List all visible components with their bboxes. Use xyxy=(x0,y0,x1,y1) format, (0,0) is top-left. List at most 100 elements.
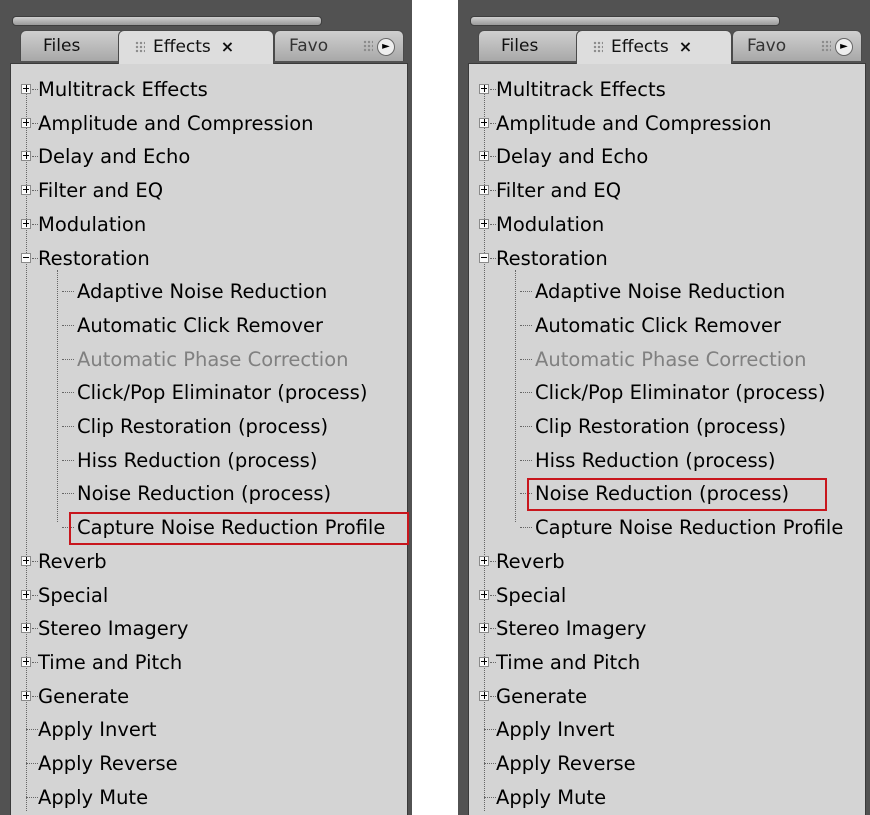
panel-drag-bar[interactable] xyxy=(12,16,322,26)
tree-item-clip-restoration-process[interactable]: Clip Restoration (process) xyxy=(11,410,407,443)
tree-connector xyxy=(520,459,532,461)
tree-item-filter-and-eq[interactable]: Filter and EQ xyxy=(469,174,865,207)
tree-item-special[interactable]: Special xyxy=(11,579,407,612)
tree-item-automatic-phase-correction[interactable]: Automatic Phase Correction xyxy=(469,343,865,376)
expand-icon[interactable] xyxy=(21,218,31,229)
tree-connector xyxy=(520,527,532,529)
effects-panel-right: Files Effects × Favo ► Multitrack Effects… xyxy=(458,0,870,815)
tree-item-amplitude-and-compression[interactable]: Amplitude and Compression xyxy=(469,107,865,140)
tab-favorites[interactable]: Favo ► xyxy=(732,30,862,61)
tree-item-hiss-reduction-process[interactable]: Hiss Reduction (process) xyxy=(11,444,407,477)
effects-tree: Multitrack Effects Amplitude and Compress… xyxy=(10,63,409,815)
grip-icon[interactable] xyxy=(135,41,145,53)
collapse-icon[interactable] xyxy=(21,252,31,263)
grip-icon[interactable] xyxy=(363,40,373,52)
tree-item-click-pop-eliminator-process[interactable]: Click/Pop Eliminator (process) xyxy=(11,376,407,409)
tree-item-clip-restoration-process[interactable]: Clip Restoration (process) xyxy=(469,410,865,443)
tree-item-apply-invert[interactable]: Apply Invert xyxy=(11,713,407,746)
tree-item-adaptive-noise-reduction[interactable]: Adaptive Noise Reduction xyxy=(469,275,865,308)
tree-item-stereo-imagery[interactable]: Stereo Imagery xyxy=(11,612,407,645)
expand-icon[interactable] xyxy=(21,151,31,162)
tree-item-automatic-phase-correction[interactable]: Automatic Phase Correction xyxy=(11,343,407,376)
tree-item-multitrack-effects[interactable]: Multitrack Effects xyxy=(469,73,865,106)
grip-icon[interactable] xyxy=(593,41,603,53)
expand-icon[interactable] xyxy=(21,690,31,701)
tree-item-label: Noise Reduction (process) xyxy=(77,482,332,506)
tree-item-multitrack-effects[interactable]: Multitrack Effects xyxy=(11,73,407,106)
tree-item-label: Automatic Phase Correction xyxy=(77,347,349,371)
expand-icon[interactable] xyxy=(479,555,489,566)
expand-icon[interactable] xyxy=(21,555,31,566)
tree-item-delay-and-echo[interactable]: Delay and Echo xyxy=(11,140,407,173)
expand-icon[interactable] xyxy=(21,185,31,196)
tree-item-filter-and-eq[interactable]: Filter and EQ xyxy=(11,174,407,207)
tree-item-capture-noise-reduction-profile[interactable]: Capture Noise Reduction Profile xyxy=(469,511,865,544)
tab-favorites[interactable]: Favo ► xyxy=(274,30,404,61)
tree-item-label: Filter and EQ xyxy=(496,179,622,203)
expand-icon[interactable] xyxy=(21,117,31,128)
tree-item-noise-reduction-process[interactable]: Noise Reduction (process) xyxy=(11,477,407,510)
panel-drag-bar[interactable] xyxy=(470,16,780,26)
panel-menu-icon[interactable]: ► xyxy=(835,38,853,56)
expand-icon[interactable] xyxy=(479,84,489,94)
tree-item-reverb[interactable]: Reverb xyxy=(11,545,407,578)
tree-item-delay-and-echo[interactable]: Delay and Echo xyxy=(469,140,865,173)
tree-item-label: Filter and EQ xyxy=(38,179,164,203)
tree-item-apply-mute[interactable]: Apply Mute xyxy=(469,781,865,814)
expand-icon[interactable] xyxy=(21,84,31,94)
tab-effects[interactable]: Effects × xyxy=(576,30,732,64)
tree-item-apply-mute[interactable]: Apply Mute xyxy=(11,781,407,814)
tree-item-apply-reverse[interactable]: Apply Reverse xyxy=(11,747,407,780)
tree-item-label: Adaptive Noise Reduction xyxy=(77,280,328,304)
tree-item-time-and-pitch[interactable]: Time and Pitch xyxy=(469,646,865,679)
tree-item-modulation[interactable]: Modulation xyxy=(469,208,865,241)
tree-item-apply-invert[interactable]: Apply Invert xyxy=(469,713,865,746)
tree-item-label: Reverb xyxy=(38,549,107,573)
tree-item-modulation[interactable]: Modulation xyxy=(11,208,407,241)
tree-item-automatic-click-remover[interactable]: Automatic Click Remover xyxy=(469,309,865,342)
tree-item-label: Capture Noise Reduction Profile xyxy=(535,516,844,540)
close-icon[interactable]: × xyxy=(221,37,234,56)
tree-item-click-pop-eliminator-process[interactable]: Click/Pop Eliminator (process) xyxy=(469,376,865,409)
tree-item-generate[interactable]: Generate xyxy=(469,680,865,713)
effects-tree: Multitrack Effects Amplitude and Compress… xyxy=(468,63,866,815)
expand-icon[interactable] xyxy=(21,656,31,667)
collapse-icon[interactable] xyxy=(479,252,489,263)
tree-item-adaptive-noise-reduction[interactable]: Adaptive Noise Reduction xyxy=(11,275,407,308)
tab-files-label: Files xyxy=(501,36,539,56)
panel-tab-strip: Files Effects × Favo ► xyxy=(458,30,870,64)
tree-item-label: Modulation xyxy=(38,212,147,236)
close-icon[interactable]: × xyxy=(679,37,692,56)
tree-item-generate[interactable]: Generate xyxy=(11,680,407,713)
tree-item-stereo-imagery[interactable]: Stereo Imagery xyxy=(469,612,865,645)
tree-item-label: Delay and Echo xyxy=(38,145,191,169)
expand-icon[interactable] xyxy=(479,656,489,667)
tree-item-amplitude-and-compression[interactable]: Amplitude and Compression xyxy=(11,107,407,140)
expand-icon[interactable] xyxy=(479,117,489,128)
expand-icon[interactable] xyxy=(21,623,31,634)
tree-item-time-and-pitch[interactable]: Time and Pitch xyxy=(11,646,407,679)
expand-icon[interactable] xyxy=(479,218,489,229)
tree-item-label: Apply Invert xyxy=(38,718,157,742)
tree-connector xyxy=(520,358,532,360)
tree-item-apply-reverse[interactable]: Apply Reverse xyxy=(469,747,865,780)
tab-effects[interactable]: Effects × xyxy=(118,30,274,64)
expand-icon[interactable] xyxy=(479,623,489,634)
tree-item-label: Special xyxy=(38,583,109,607)
panel-menu-icon[interactable]: ► xyxy=(377,38,395,56)
tree-item-special[interactable]: Special xyxy=(469,579,865,612)
expand-icon[interactable] xyxy=(479,185,489,196)
tree-item-label: Time and Pitch xyxy=(496,650,641,674)
tree-item-label: Click/Pop Eliminator (process) xyxy=(535,381,826,405)
grip-icon[interactable] xyxy=(821,40,831,52)
expand-icon[interactable] xyxy=(479,589,489,600)
expand-icon[interactable] xyxy=(479,151,489,162)
expand-icon[interactable] xyxy=(479,690,489,701)
tree-item-hiss-reduction-process[interactable]: Hiss Reduction (process) xyxy=(469,444,865,477)
tree-item-label: Special xyxy=(496,583,567,607)
expand-icon[interactable] xyxy=(21,589,31,600)
tree-item-restoration[interactable]: Restoration xyxy=(469,242,865,275)
tree-item-reverb[interactable]: Reverb xyxy=(469,545,865,578)
tree-item-restoration[interactable]: Restoration xyxy=(11,242,407,275)
tree-item-automatic-click-remover[interactable]: Automatic Click Remover xyxy=(11,309,407,342)
